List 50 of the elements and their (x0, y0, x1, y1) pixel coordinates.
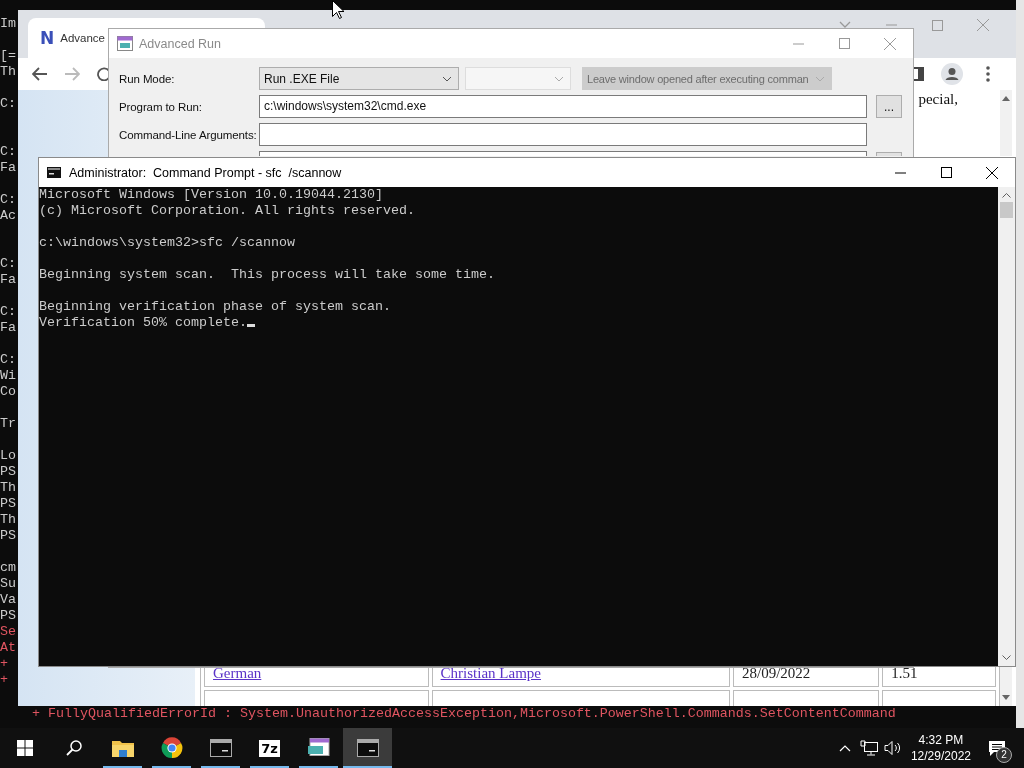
table-cell: 1.51 (891, 664, 918, 681)
console-line: Fa (0, 160, 16, 175)
console-line: C: (0, 144, 16, 159)
field-label: Run Mode: (119, 72, 175, 85)
console-line: Beginning system scan. This process will take some time. (39, 267, 495, 282)
console-line: Fa (0, 320, 16, 335)
console-line: Ac (0, 208, 16, 223)
console-line: Co (0, 384, 16, 399)
console-line: Se (0, 624, 16, 639)
clock-date: 12/29/2022 (910, 748, 971, 764)
tab-logo: N (40, 28, 55, 48)
taskbar-app-logo: 7z (259, 739, 280, 757)
console-line: + (0, 672, 8, 687)
console-line: (c) Microsoft Corporation. All rights reserved. (39, 203, 415, 218)
console-line: Im (0, 16, 16, 31)
console-line: Verification 50% complete. (39, 315, 247, 330)
console-line: Va (0, 592, 16, 607)
window-title: Advanced Run (139, 36, 221, 51)
clock-time: 4:32 PM (918, 732, 964, 748)
console-line: PS (0, 496, 16, 511)
console-line: At (0, 640, 16, 655)
console-line: C: (0, 192, 16, 207)
console-line: C: (0, 256, 16, 271)
console-line: Lo (0, 448, 16, 463)
table-cell: 28/09/2022 (742, 664, 811, 681)
field-label: Command-Line Arguments: (119, 128, 257, 141)
console-line: C: (0, 352, 16, 367)
console-line: C: (0, 304, 16, 319)
console-line: Su (0, 576, 16, 591)
console-line: cm (0, 560, 16, 575)
window-title: Administrator: Command Prompt - sfc /scannow (69, 165, 342, 180)
console-line: Th (0, 64, 16, 79)
console-line: PS (0, 528, 16, 543)
field-label: Program to Run: (119, 100, 202, 113)
console-line: Tr (0, 416, 16, 431)
notification-count: 2 (996, 747, 1012, 763)
console-line: Fa (0, 272, 16, 287)
console-line: PS (0, 608, 16, 623)
console-line: C: (0, 96, 16, 111)
page-text: pecial, (918, 90, 958, 108)
console-line: Microsoft Windows [Version 10.0.19044.2130] (39, 187, 383, 202)
console-line: Beginning verification phase of system scan. (39, 299, 391, 314)
console-line: c:\windows\system32>sfc /scannow (39, 235, 295, 250)
console-line: [= (0, 48, 16, 63)
console-line: Wi (0, 368, 16, 383)
console-line: + FullyQualifiedErrorId : System.UnauthorizedAccessException,Microsoft.PowerShell.Commands.SetContentCommand (32, 706, 896, 722)
console-line: Th (0, 512, 16, 527)
console-line: PS (0, 464, 16, 479)
console-line: + (0, 656, 8, 671)
console-line: Th (0, 480, 16, 495)
